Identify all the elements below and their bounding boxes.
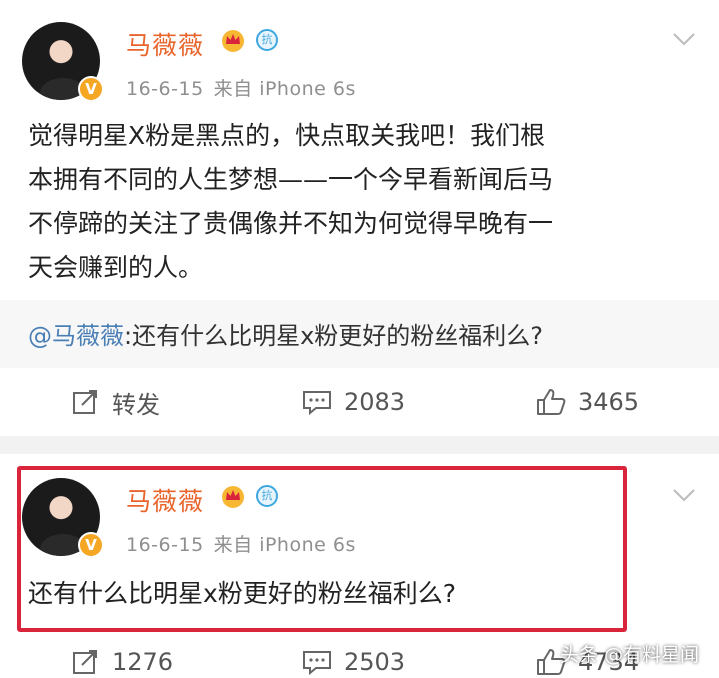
post-text: 觉得明星X粉是黑点的，快点取关我吧！我们根 本拥有不同的人生梦想——一个今早看新… — [28, 114, 698, 290]
repost-quote[interactable]: @马薇薇:还有什么比明星x粉更好的粉丝福利么? — [0, 300, 719, 368]
comment-count: 2083 — [344, 388, 406, 416]
comment-icon — [303, 651, 331, 675]
post-text-line: 觉得明星X粉是黑点的，快点取关我吧！我们根 — [28, 121, 546, 150]
comment-button[interactable]: 2083 — [302, 372, 405, 432]
post-source: 来自 iPhone 6s — [213, 78, 356, 100]
post-text-line: 不停蹄的关注了贵偶像并不知为何觉得早晚有一 — [28, 209, 554, 238]
comment-button[interactable]: 2503 — [302, 632, 405, 678]
username[interactable]: 马薇薇 — [126, 26, 204, 62]
watermark: 头条 @有料星闻 — [559, 644, 699, 666]
chevron-down-icon[interactable] — [672, 488, 696, 502]
kang-badge-icon: 抗 — [256, 29, 278, 51]
crown-icon — [222, 30, 244, 52]
weibo-post-card-1: V 马薇薇 抗 16-6-15 来自 iPhone 6s 觉得明星X粉是黑点的，快… — [0, 0, 719, 436]
action-bar: 转发 2083 3465 — [0, 372, 719, 432]
chevron-down-icon[interactable] — [672, 32, 696, 46]
forward-button[interactable]: 转发 — [72, 372, 160, 432]
comment-count: 2503 — [344, 648, 406, 676]
repost-mention[interactable]: @马薇薇 — [28, 322, 124, 350]
username[interactable]: 马薇薇 — [126, 482, 204, 518]
post-source: 来自 iPhone 6s — [213, 534, 356, 556]
post-date: 16-6-15 — [126, 534, 204, 556]
repost-text: :还有什么比明星x粉更好的粉丝福利么? — [124, 322, 544, 350]
forward-icon — [73, 650, 97, 674]
post-meta: 16-6-15 来自 iPhone 6s — [126, 74, 356, 101]
post-text-line: 本拥有不同的人生梦想——一个今早看新闻后马 — [28, 165, 554, 194]
crown-icon — [222, 486, 244, 508]
kang-badge-icon: 抗 — [256, 485, 278, 507]
like-count: 3465 — [578, 388, 640, 416]
forward-button[interactable]: 1276 — [72, 632, 173, 678]
post-text-line: 天会赚到的人。 — [28, 253, 204, 282]
comment-icon — [303, 391, 331, 415]
post-meta: 16-6-15 来自 iPhone 6s — [126, 530, 356, 557]
v-verified-icon: V — [78, 76, 104, 102]
v-verified-icon: V — [78, 532, 104, 558]
forward-icon — [73, 390, 97, 414]
post-text: 还有什么比明星x粉更好的粉丝福利么? — [28, 579, 457, 608]
forward-label: 转发 — [112, 390, 160, 419]
like-icon — [537, 389, 566, 415]
forward-count: 1276 — [112, 648, 174, 676]
post-date: 16-6-15 — [126, 78, 204, 100]
like-button[interactable]: 3465 — [536, 372, 639, 432]
